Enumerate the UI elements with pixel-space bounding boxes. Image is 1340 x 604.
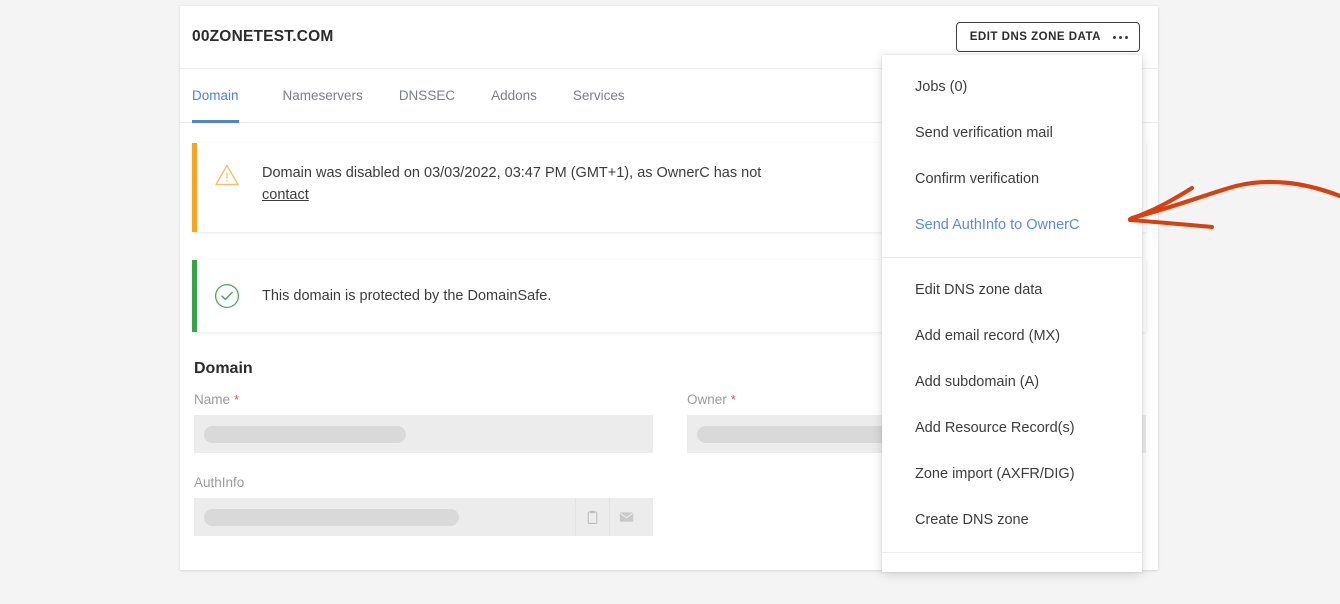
domainsafe-alert-text: This domain is protected by the DomainSa…	[262, 288, 552, 305]
tab-addons[interactable]: Addons	[473, 69, 555, 122]
screen: 00ZONETEST.COM EDIT DNS ZONE DATA Domain…	[0, 0, 1340, 604]
authinfo-input[interactable]	[194, 498, 653, 536]
authinfo-actions	[575, 498, 643, 536]
menu-group-verification: Jobs (0) Send verification mail Confirm …	[882, 55, 1142, 257]
menu-item-zone-import-label: Zone import (AXFR/DIG)	[915, 466, 1075, 482]
name-input[interactable]	[194, 415, 653, 453]
domain-disabled-alert-text: Domain was disabled on 03/03/2022, 03:47…	[262, 161, 761, 214]
menu-item-create-dns-zone-label: Create DNS zone	[915, 512, 1029, 528]
menu-item-send-verification-mail[interactable]: Send verification mail	[882, 110, 1142, 156]
domain-disabled-alert-message: Domain was disabled on 03/03/2022, 03:47…	[262, 165, 762, 181]
edit-dns-zone-data-button[interactable]: EDIT DNS ZONE DATA	[955, 22, 1140, 52]
edit-dns-zone-data-label: EDIT DNS ZONE DATA	[969, 31, 1101, 43]
required-marker: *	[234, 392, 240, 407]
menu-item-add-subdomain-label: Add subdomain (A)	[915, 374, 1040, 390]
alert-accent-bar	[192, 260, 197, 332]
tab-domain-label: Domain	[192, 88, 239, 103]
menu-item-create-dns-zone[interactable]: Create DNS zone	[882, 497, 1142, 543]
menu-item-add-email-record[interactable]: Add email record (MX)	[882, 313, 1142, 359]
menu-item-add-subdomain[interactable]: Add subdomain (A)	[882, 359, 1142, 405]
menu-item-confirm-verification[interactable]: Confirm verification	[882, 156, 1142, 202]
menu-item-edit-dns-zone-data-label: Edit DNS zone data	[915, 282, 1043, 298]
menu-group-footer	[882, 552, 1142, 571]
check-circle-icon	[192, 282, 262, 310]
tab-addons-label: Addons	[491, 88, 537, 103]
mail-icon[interactable]	[609, 498, 643, 536]
loading-placeholder	[204, 425, 406, 443]
clipboard-icon[interactable]	[575, 498, 609, 536]
field-name-label-text: Name	[194, 392, 231, 407]
tab-services[interactable]: Services	[555, 69, 643, 122]
field-authinfo-label-text: AuthInfo	[194, 475, 245, 490]
tab-nameservers-label: Nameservers	[282, 88, 363, 103]
header-actions: EDIT DNS ZONE DATA	[955, 22, 1140, 52]
menu-item-send-verification-mail-label: Send verification mail	[915, 125, 1053, 141]
menu-item-add-email-record-label: Add email record (MX)	[915, 328, 1061, 344]
menu-item-jobs[interactable]: Jobs (0)	[882, 64, 1142, 110]
field-name: Name *	[194, 392, 653, 453]
menu-item-send-authinfo-to-ownerc-label: Send AuthInfo to OwnerC	[915, 217, 1080, 233]
more-horizontal-icon[interactable]	[1113, 35, 1128, 39]
alert-accent-bar	[192, 143, 197, 232]
tab-dnssec[interactable]: DNSSEC	[381, 69, 473, 122]
menu-item-add-resource-record-label: Add Resource Record(s)	[915, 420, 1075, 436]
menu-item-confirm-verification-label: Confirm verification	[915, 171, 1040, 187]
page-title: 00ZONETEST.COM	[192, 28, 334, 45]
menu-item-edit-dns-zone-data[interactable]: Edit DNS zone data	[882, 267, 1142, 313]
menu-item-add-resource-record[interactable]: Add Resource Record(s)	[882, 405, 1142, 451]
menu-item-send-authinfo-to-ownerc[interactable]: Send AuthInfo to OwnerC	[882, 202, 1142, 248]
menu-item-zone-import[interactable]: Zone import (AXFR/DIG)	[882, 451, 1142, 497]
field-owner-label-text: Owner	[687, 392, 727, 407]
contact-link[interactable]: contact	[262, 187, 309, 203]
tab-nameservers[interactable]: Nameservers	[265, 69, 381, 122]
required-marker: *	[730, 392, 736, 407]
loading-placeholder	[204, 508, 459, 526]
menu-group-dns: Edit DNS zone data Add email record (MX)…	[882, 257, 1142, 552]
edit-dns-zone-data-dropdown: Jobs (0) Send verification mail Confirm …	[882, 55, 1142, 572]
tab-services-label: Services	[572, 88, 625, 103]
field-authinfo: AuthInfo	[194, 475, 653, 536]
menu-item-jobs-label: Jobs (0)	[915, 79, 968, 95]
warning-triangle-icon	[192, 161, 262, 214]
tab-dnssec-label: DNSSEC	[398, 88, 456, 103]
tab-domain[interactable]: Domain	[192, 69, 257, 123]
field-authinfo-label: AuthInfo	[194, 475, 653, 490]
field-name-label: Name *	[194, 392, 653, 407]
